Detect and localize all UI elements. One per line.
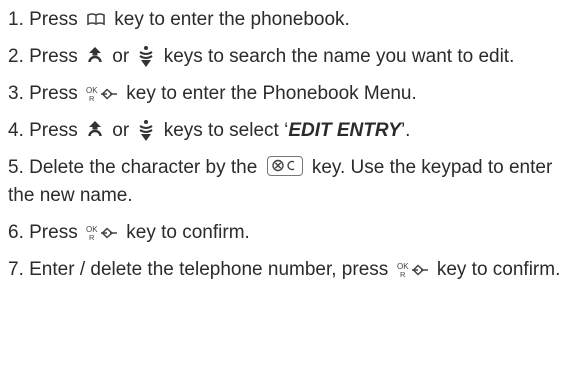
step-text: Delete the character by the (23, 157, 263, 178)
step-number: 3. (8, 83, 24, 104)
menu-option-label: EDIT ENTRY (288, 120, 401, 141)
step-number: 4. (8, 120, 24, 141)
step-text: key to enter the phonebook. (108, 9, 350, 30)
svg-text:R: R (400, 270, 406, 279)
down-key-icon (137, 45, 155, 69)
step-text: keys to search the name you want to edit… (158, 46, 515, 67)
step-text: or (106, 46, 135, 67)
step-number: 6. (8, 222, 24, 243)
step-text: Enter / delete the telephone number, pre… (23, 259, 394, 280)
ok-redial-key-icon: OK R (86, 85, 118, 103)
step-item: 1. Press key to enter the phonebook. (8, 6, 573, 34)
step-item: 2. Press or keys to search the name you … (8, 43, 573, 71)
svg-text:R: R (89, 94, 95, 103)
instruction-steps: 1. Press key to enter the phonebook. 2. P… (8, 6, 573, 293)
step-number: 1. (8, 9, 24, 30)
step-text: Press (23, 9, 83, 30)
step-item: 5. Delete the character by the key. Use … (8, 154, 573, 210)
step-text: keys to select ‘ (158, 120, 289, 141)
step-item: 6. Press OK R key to confirm. (8, 219, 573, 247)
step-number: 2. (8, 46, 24, 67)
step-text: key to enter the Phonebook Menu. (120, 83, 417, 104)
step-text: or (106, 120, 135, 141)
step-text: ’. (400, 120, 411, 141)
step-text: key to confirm. (431, 259, 561, 280)
step-text: Press (23, 222, 83, 243)
clear-key-icon (266, 155, 303, 176)
step-text: Press (23, 46, 83, 67)
step-item: 4. Press or keys to select ‘EDIT ENTRY’. (8, 117, 573, 145)
step-text: Press (23, 83, 83, 104)
svg-text:R: R (89, 233, 95, 242)
ok-redial-key-icon: OK R (86, 224, 118, 242)
step-item: 3. Press OK R key to enter the Phonebook … (8, 80, 573, 108)
phonebook-key-icon (86, 12, 106, 28)
step-text: key to confirm. (120, 222, 250, 243)
ok-redial-key-icon: OK R (397, 261, 429, 279)
down-key-icon (137, 119, 155, 143)
step-number: 5. (8, 157, 24, 178)
up-key-icon (86, 45, 104, 69)
step-text: Press (23, 120, 83, 141)
up-key-icon (86, 119, 104, 143)
step-number: 7. (8, 259, 24, 280)
step-item: 7. Enter / delete the telephone number, … (8, 256, 573, 284)
